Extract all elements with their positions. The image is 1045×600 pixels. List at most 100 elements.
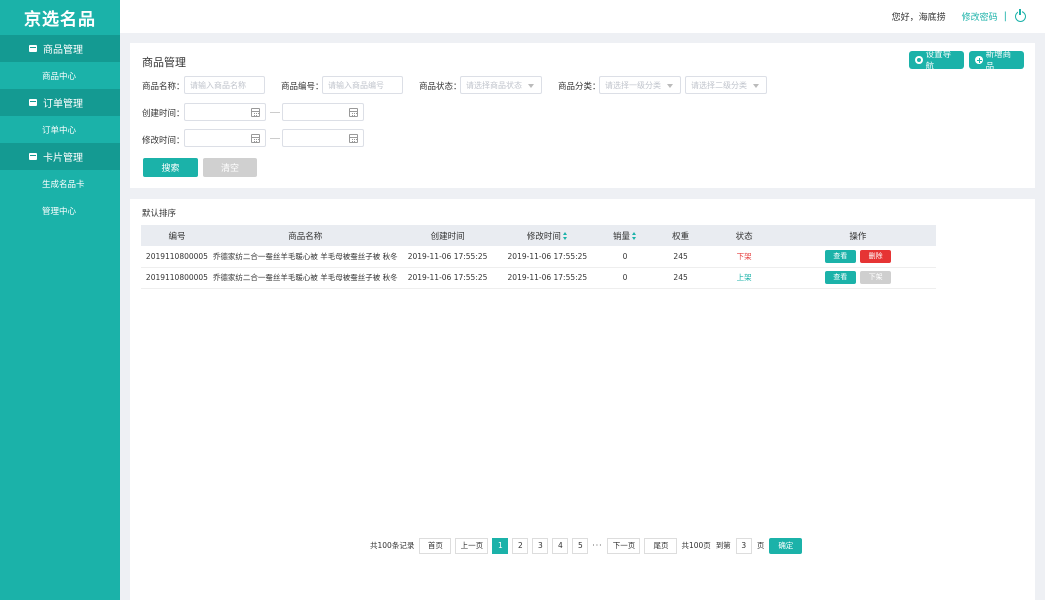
box-icon xyxy=(29,45,37,52)
cell-actions: 查看 下架 xyxy=(779,267,936,289)
first-page-button[interactable]: 首页 xyxy=(419,537,452,554)
cell-weight: 245 xyxy=(652,246,709,268)
column-header-actions: 操作 xyxy=(779,225,936,246)
sidebar-group-cards[interactable]: 卡片管理 xyxy=(0,143,120,170)
page-button-3[interactable]: 3 xyxy=(532,537,549,554)
product-table: 编号 商品名称 创建时间 修改时间 销量 权重 状态 操作 2019110800… xyxy=(141,225,936,289)
cell-sales: 0 xyxy=(597,267,653,289)
unlist-button[interactable]: 下架 xyxy=(860,271,892,284)
total-records: 共100条记录 xyxy=(370,541,415,550)
cell-created: 2019-11-06 17:55:25 xyxy=(397,267,498,289)
page-unit-label: 页 xyxy=(756,541,765,550)
product-category-label: 商品分类： xyxy=(558,82,601,92)
status-badge: 下架 xyxy=(708,246,780,268)
last-page-button[interactable]: 尾页 xyxy=(644,537,678,554)
created-time-label: 创建时间： xyxy=(142,109,185,119)
plus-icon xyxy=(975,56,983,64)
order-icon xyxy=(29,99,37,106)
card-icon xyxy=(29,153,37,160)
cell-modified: 2019-11-06 17:55:25 xyxy=(497,246,598,268)
default-sort-label[interactable]: 默认排序 xyxy=(142,207,176,219)
column-header-label: 修改时间 xyxy=(526,231,561,242)
goto-confirm-button[interactable]: 确定 xyxy=(769,537,803,554)
cell-modified: 2019-11-06 17:55:25 xyxy=(497,267,598,289)
sort-icon[interactable] xyxy=(632,232,637,240)
pagination-ellipsis: ··· xyxy=(592,541,603,550)
column-header-weight: 权重 xyxy=(652,225,709,246)
delete-button[interactable]: 删除 xyxy=(860,249,892,263)
product-name-label: 商品名称： xyxy=(142,82,185,92)
sort-icon[interactable] xyxy=(562,232,568,240)
category-level1-select[interactable]: 请选择一级分类 xyxy=(599,76,681,94)
product-list-panel: 默认排序 编号 商品名称 创建时间 修改时间 销量 权重 状态 操作 20191… xyxy=(130,199,1035,600)
goto-label: 到第 xyxy=(715,541,731,550)
chevron-down-icon xyxy=(528,84,534,88)
modified-time-label: 修改时间： xyxy=(142,136,185,146)
column-header-status: 状态 xyxy=(708,225,780,246)
sidebar-item-generate-card[interactable]: 生成名品卡 xyxy=(0,170,120,197)
status-badge: 上架 xyxy=(708,267,780,289)
search-button[interactable]: 搜索 xyxy=(143,158,198,177)
page-button-5[interactable]: 5 xyxy=(572,537,589,554)
sidebar-item-product-center[interactable]: 商品中心 xyxy=(0,62,120,89)
add-product-label: 新增商品 xyxy=(985,50,1012,72)
product-name-input[interactable] xyxy=(184,76,265,94)
chevron-down-icon xyxy=(753,84,759,88)
modified-start-date[interactable] xyxy=(184,129,266,147)
sidebar-group-label: 卡片管理 xyxy=(43,153,83,164)
chevron-down-icon xyxy=(667,84,673,88)
filter-panel: 商品管理 设置导航 新增商品 商品名称： 商品编号： 商品状态： 请选择商品状态… xyxy=(130,43,1035,188)
sidebar-group-label: 商品管理 xyxy=(43,45,83,56)
date-range-dash xyxy=(270,112,280,113)
product-status-label: 商品状态： xyxy=(419,82,462,92)
product-code-input[interactable] xyxy=(322,76,403,94)
sidebar-group-orders[interactable]: 订单管理 xyxy=(0,89,120,116)
next-page-button[interactable]: 下一页 xyxy=(607,537,641,554)
header-separator: | xyxy=(1003,11,1007,22)
clear-button[interactable]: 清空 xyxy=(203,158,257,177)
cell-weight: 245 xyxy=(652,267,709,289)
user-greeting: 您好，海底捞 xyxy=(891,13,946,23)
sidebar-item-manage-center[interactable]: 管理中心 xyxy=(0,197,120,224)
calendar-icon xyxy=(349,108,358,117)
pagination: 共100条记录 首页 上一页 1 2 3 4 5 ··· 下一页 尾页 共100… xyxy=(370,537,803,554)
category1-placeholder: 请选择一级分类 xyxy=(605,80,661,90)
sidebar-item-order-center[interactable]: 订单中心 xyxy=(0,116,120,143)
cell-sales: 0 xyxy=(597,246,653,268)
column-header-created: 创建时间 xyxy=(397,225,498,246)
cell-actions: 查看 删除 xyxy=(779,246,936,268)
category-level2-select[interactable]: 请选择二级分类 xyxy=(685,76,767,94)
calendar-icon xyxy=(251,108,260,117)
view-button[interactable]: 查看 xyxy=(824,249,856,263)
product-status-select[interactable]: 请选择商品状态 xyxy=(460,76,542,94)
column-header-id: 编号 xyxy=(141,225,213,246)
created-start-date[interactable] xyxy=(184,103,266,121)
view-button[interactable]: 查看 xyxy=(824,271,856,284)
gear-icon xyxy=(915,56,923,64)
total-pages: 共100页 xyxy=(681,541,711,550)
column-header-label: 销量 xyxy=(613,231,631,242)
page-button-1[interactable]: 1 xyxy=(492,537,509,554)
cell-id: 2019110800005 xyxy=(141,246,213,268)
cell-name: 乔德家纺二合一蚕丝羊毛暖心被 羊毛母被蚕丝子被 秋冬 xyxy=(212,246,398,268)
top-header: 您好，海底捞 修改密码 | xyxy=(120,0,1045,33)
goto-page-input[interactable] xyxy=(735,537,752,554)
page-button-4[interactable]: 4 xyxy=(552,537,569,554)
nav-settings-label: 设置导航 xyxy=(925,50,952,72)
change-password-link[interactable]: 修改密码 xyxy=(962,10,998,23)
cell-name: 乔德家纺二合一蚕丝羊毛暖心被 羊毛母被蚕丝子被 秋冬 xyxy=(212,267,398,289)
cell-id: 2019110800005 xyxy=(141,267,213,289)
prev-page-button[interactable]: 上一页 xyxy=(455,537,489,554)
nav-settings-button[interactable]: 设置导航 xyxy=(909,50,964,72)
date-range-dash xyxy=(270,138,280,139)
add-product-button[interactable]: 新增商品 xyxy=(969,50,1024,72)
status-placeholder: 请选择商品状态 xyxy=(466,80,522,90)
page-button-2[interactable]: 2 xyxy=(512,537,529,554)
column-header-modified[interactable]: 修改时间 xyxy=(497,225,598,246)
power-icon[interactable] xyxy=(1015,9,1026,22)
created-end-date[interactable] xyxy=(282,103,364,121)
table-row: 2019110800005 乔德家纺二合一蚕丝羊毛暖心被 羊毛母被蚕丝子被 秋冬… xyxy=(141,267,936,289)
column-header-sales[interactable]: 销量 xyxy=(597,225,653,246)
modified-end-date[interactable] xyxy=(282,129,364,147)
sidebar-group-products[interactable]: 商品管理 xyxy=(0,35,120,62)
